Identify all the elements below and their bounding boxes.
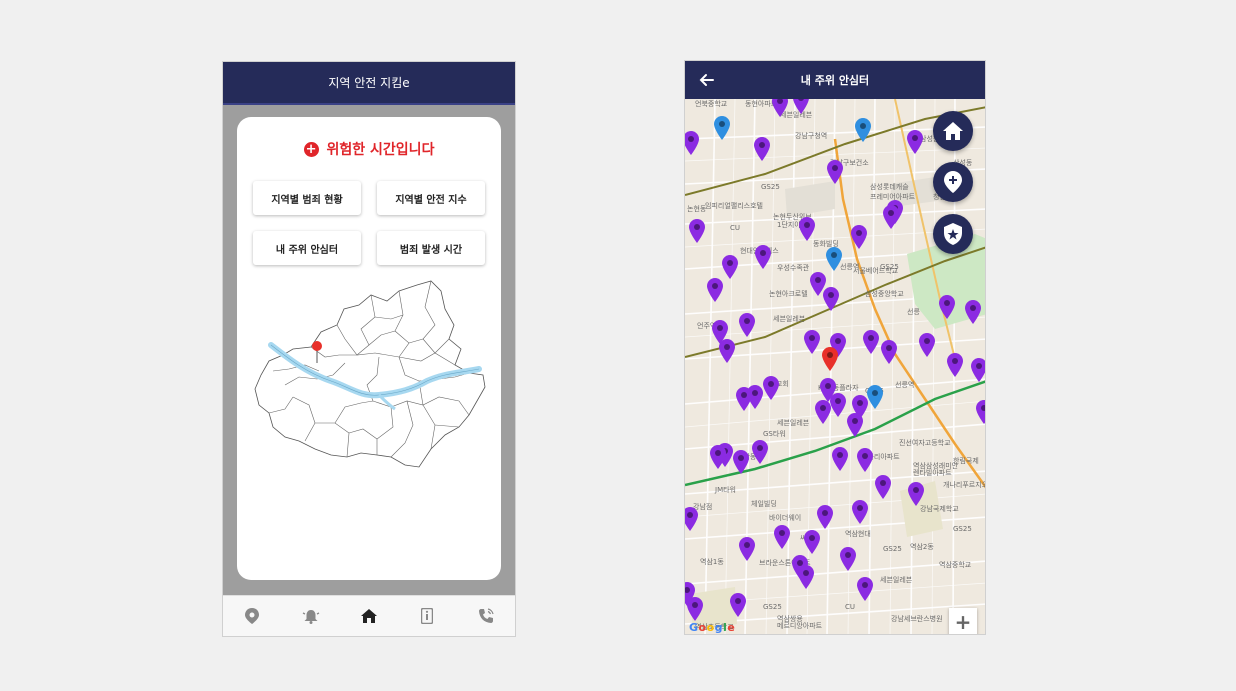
zoom-in-button[interactable]: +	[949, 608, 977, 634]
map-label: JM타워	[714, 485, 736, 494]
bottom-navigation	[223, 595, 515, 636]
crime-status-label: 지역별 범죄 현황	[271, 194, 343, 206]
map-view[interactable]: 언북중학교동현아파트세븐일레븐강남구청역강남구보건소삼성현대삼성동청담역GS25…	[685, 90, 986, 634]
map-label: 세븐일레븐	[880, 575, 913, 584]
map-label: 강남국제학교	[920, 504, 959, 513]
map-label: 바이더웨이	[769, 513, 801, 522]
add-location-fab[interactable]	[933, 162, 973, 202]
map-label: 논현동	[687, 205, 707, 213]
map-label: 한림국제	[953, 457, 979, 465]
map-label: 역삼중학교	[939, 560, 972, 569]
crime-status-button[interactable]: 지역별 범죄 현황	[253, 181, 361, 215]
map-label: 역삼2동	[910, 542, 934, 551]
add-location-icon	[944, 171, 962, 193]
safety-index-label: 지역별 안전 지수	[395, 194, 467, 206]
map-label: 진선여자고등학교	[899, 438, 951, 447]
map-label: GS타워	[763, 429, 786, 438]
app-title: 지역 안전 지킴e	[328, 76, 410, 90]
map-label: 우성수족관	[777, 263, 810, 272]
map-label: 메르디앙아파트	[777, 621, 823, 630]
back-arrow-icon[interactable]	[697, 70, 717, 90]
zoom-controls: + −	[949, 608, 977, 634]
google-logo: Google	[689, 621, 736, 634]
location-pin-icon[interactable]	[237, 601, 267, 631]
screen-title: 내 주위 안심터	[800, 74, 870, 87]
map-label: 선릉	[907, 307, 920, 316]
map-label: GS25	[880, 263, 899, 271]
shield-star-icon	[944, 223, 962, 245]
map-label: GS25	[953, 525, 972, 533]
map-label: 강남구청역	[795, 131, 827, 140]
map-label: 체일빌딩	[751, 499, 777, 508]
alarm-bell-icon[interactable]	[296, 601, 326, 631]
map-label: 삼성중앙학교	[865, 289, 904, 298]
map-label: 세븐일레븐	[773, 314, 806, 323]
shelter-fab[interactable]	[933, 214, 973, 254]
map-label: 임피리얼팰리스호텔	[705, 201, 763, 210]
shelter-map-screen: 내 주위 안심터 언북중학교 동현아파트 세븐일레븐 강남구청역 강남구보건소 …	[684, 60, 986, 635]
map-label: 프레미어아파트	[870, 192, 916, 201]
map-label: 논현아크로텔	[769, 289, 808, 298]
map-label: 선릉역	[895, 380, 914, 389]
map-label: 동화빌딩	[813, 239, 839, 248]
map-label: 세븐일레븐	[780, 110, 813, 119]
phone-call-icon[interactable]	[471, 601, 501, 631]
main-card: + 위험한 시간입니다 지역별 범죄 현황 지역별 안전 지수 내 주위 안심터…	[237, 117, 501, 580]
nearby-shelter-button[interactable]: 내 주위 안심터	[253, 231, 361, 265]
main-screen: 지역 안전 지킴e + 위험한 시간입니다 지역별 범죄 현황 지역별 안전 지…	[222, 61, 516, 637]
crime-time-label: 범죄 발생 시간	[399, 244, 463, 256]
home-icon[interactable]	[354, 601, 384, 631]
home-icon	[943, 122, 963, 140]
app-bar: 지역 안전 지킴e	[223, 62, 515, 105]
nearby-shelter-label: 내 주위 안심터	[275, 244, 339, 256]
seoul-district-map[interactable]	[249, 277, 489, 477]
app-bar: 내 주위 안심터	[685, 61, 985, 99]
map-label: GS25	[761, 183, 780, 191]
safety-index-button[interactable]: 지역별 안전 지수	[377, 181, 485, 215]
map-label: 렌타빌아파트	[913, 468, 952, 477]
home-fab[interactable]	[933, 111, 973, 151]
danger-alert: + 위험한 시간입니다	[237, 139, 501, 159]
map-label: 역삼현대	[845, 529, 871, 538]
plus-circle-icon: +	[303, 141, 319, 157]
map-label: 언북중학교	[695, 99, 728, 108]
map-label: GS25	[763, 603, 782, 611]
map-label: CU	[730, 224, 740, 232]
crime-time-button[interactable]: 범죄 발생 시간	[377, 231, 485, 265]
map-label: CU	[845, 603, 855, 611]
map-label: 세븐일레븐	[777, 418, 810, 427]
map-label: 개나리푸르지오	[943, 480, 986, 489]
map-label: GS25	[883, 545, 902, 553]
map-label: 역삼1동	[700, 557, 724, 566]
alert-text: 위험한 시간입니다	[326, 142, 435, 158]
map-label: 강남세브란스병원	[891, 614, 943, 623]
map-label: 삼성롯데캐슬	[870, 182, 909, 191]
info-card-icon[interactable]	[412, 601, 442, 631]
